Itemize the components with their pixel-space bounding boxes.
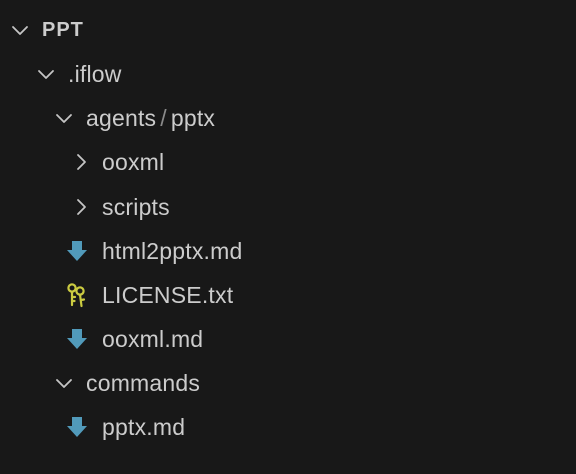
- tree-item-label: commands: [86, 370, 201, 396]
- chevron-right-icon[interactable]: [71, 140, 91, 184]
- markdown-down-arrow-icon: [64, 405, 90, 449]
- tree-item-label: pptx.md: [102, 414, 186, 440]
- tree-file-ooxml-md[interactable]: ooxml.md: [0, 317, 576, 361]
- tree-folder-scripts[interactable]: scripts: [0, 185, 576, 229]
- markdown-down-arrow-icon: [64, 317, 90, 361]
- tree-folder-commands[interactable]: commands: [0, 361, 576, 405]
- tree-folder-ooxml[interactable]: ooxml: [0, 140, 576, 184]
- tree-item-label: .iflow: [68, 61, 122, 87]
- tree-item-label: agents / pptx: [86, 96, 215, 140]
- tree-file-html2pptx-md[interactable]: html2pptx.md: [0, 229, 576, 273]
- tree-item-label: html2pptx.md: [102, 238, 243, 264]
- license-key-icon: [64, 273, 90, 317]
- chevron-right-icon[interactable]: [71, 185, 91, 229]
- tree-root-ppt[interactable]: PPT: [0, 8, 576, 52]
- chevron-down-icon[interactable]: [36, 52, 56, 96]
- file-explorer-tree: PPT .iflow agents / pptx ooxml scripts htm…: [0, 0, 576, 474]
- tree-file-pptx-md[interactable]: pptx.md: [0, 405, 576, 449]
- tree-item-label: ooxml.md: [102, 326, 204, 352]
- markdown-down-arrow-icon: [64, 229, 90, 273]
- chevron-down-icon[interactable]: [54, 96, 74, 140]
- chevron-down-icon[interactable]: [54, 361, 74, 405]
- tree-folder-iflow[interactable]: .iflow: [0, 52, 576, 96]
- tree-root-label: PPT: [42, 19, 84, 41]
- compact-folder-part-agents[interactable]: agents: [86, 105, 156, 131]
- tree-folder-agents-pptx[interactable]: agents / pptx: [0, 96, 576, 140]
- chevron-down-icon[interactable]: [10, 8, 30, 52]
- tree-item-label: LICENSE.txt: [102, 282, 234, 308]
- tree-item-label: scripts: [102, 194, 170, 220]
- tree-file-license-txt[interactable]: LICENSE.txt: [0, 273, 576, 317]
- compact-folder-part-pptx[interactable]: pptx: [171, 105, 215, 131]
- tree-item-label: ooxml: [102, 149, 165, 175]
- compact-folder-separator: /: [160, 105, 167, 131]
